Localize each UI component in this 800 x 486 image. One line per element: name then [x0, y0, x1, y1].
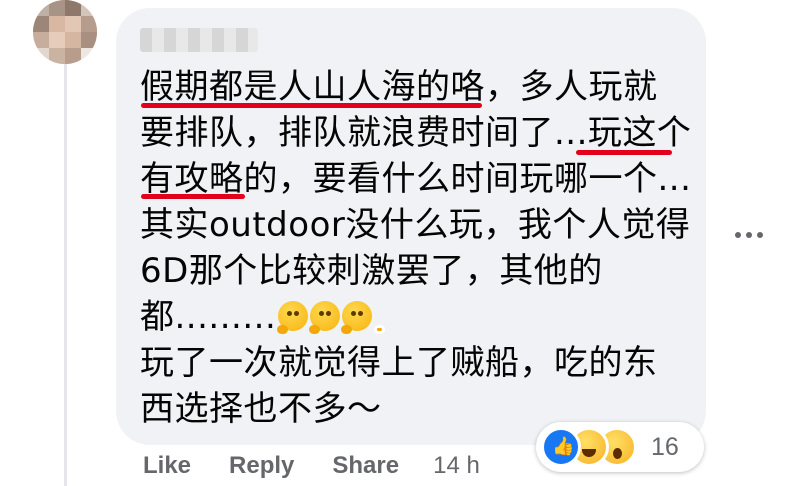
author-name-blurred[interactable] — [140, 28, 258, 52]
avatar-blur-tile — [81, 0, 97, 16]
avatar-blur-tile — [81, 16, 97, 32]
share-button[interactable]: Share — [332, 452, 399, 480]
comment-line: 其实outdoor没什么玩，我个人觉得 — [140, 205, 691, 245]
avatar-blur-tile — [65, 16, 81, 32]
reply-thread-line — [64, 64, 67, 486]
avatar-blur-tile — [49, 48, 65, 64]
red-underline-annotation — [141, 103, 482, 108]
like-icon — [541, 427, 581, 467]
hugging-face-icon — [277, 301, 322, 334]
avatar-blur-tile — [81, 48, 97, 64]
avatar-blur-tile — [49, 0, 65, 16]
avatar-blur-tile — [49, 32, 65, 48]
avatar[interactable] — [33, 0, 97, 64]
comment-line: 6D那个比较刺激罢了，其他的 — [140, 251, 603, 291]
avatar-blur-tile — [49, 16, 65, 32]
hugging-face-icon — [309, 301, 354, 334]
red-underline-annotation — [576, 150, 672, 155]
reaction-count: 16 — [651, 432, 679, 461]
avatar-blur-tile — [33, 16, 49, 32]
avatar-blur-tile — [65, 48, 81, 64]
hugging-face-icon — [341, 301, 386, 334]
comment-text: 假期都是人山人海的咯，多人玩就 要排队，排队就浪费时间了...玩这个 有攻略的，… — [140, 64, 691, 432]
avatar-blur-tile — [33, 32, 49, 48]
comment-actions: Like Reply Share 14 h — [143, 448, 480, 484]
avatar-blur-tile — [33, 0, 49, 16]
reactions-summary[interactable]: 16 — [536, 422, 704, 472]
avatar-blur-tile — [65, 0, 81, 16]
more-options-icon[interactable] — [735, 228, 771, 242]
comment-line: 都......... — [140, 294, 691, 340]
avatar-blur-tile — [33, 48, 49, 64]
avatar-blur-tile — [65, 32, 81, 48]
like-button[interactable]: Like — [143, 452, 191, 480]
timestamp[interactable]: 14 h — [433, 452, 480, 480]
comment-line: 玩了一次就觉得上了贼船，吃的东 — [140, 343, 658, 383]
reply-button[interactable]: Reply — [229, 452, 294, 480]
comment-line-text: 都......... — [140, 297, 277, 337]
red-underline-annotation — [141, 194, 245, 199]
avatar-blur-tile — [81, 32, 97, 48]
